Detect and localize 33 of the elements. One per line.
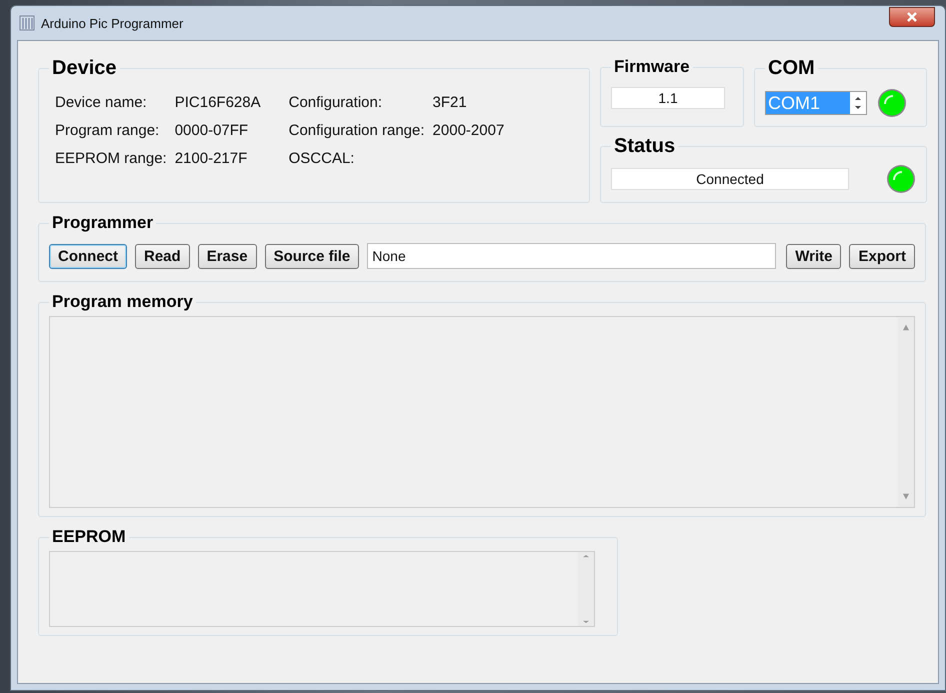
field-label: Configuration:: [288, 94, 384, 111]
field-value: 2000-2007: [432, 122, 504, 139]
field-value: 0000-07FF: [174, 122, 250, 139]
group-title: COM: [767, 57, 816, 80]
toolbar-button[interactable]: Erase: [198, 244, 257, 268]
app-icon: [19, 15, 35, 31]
field-value: 2100-217F: [174, 150, 248, 167]
window-title: Arduino Pic Programmer: [41, 16, 184, 30]
firmware-field: 1.1: [611, 87, 725, 109]
group-title: Status: [613, 135, 676, 158]
toolbar-button[interactable]: Write: [786, 244, 842, 268]
memory-text-area[interactable]: [49, 316, 915, 508]
close-icon: [907, 12, 917, 22]
field-label: Program range:: [55, 122, 160, 139]
group-title: Firmware: [613, 57, 691, 77]
group-title: Programmer: [51, 213, 154, 233]
group-title: Program memory: [51, 292, 194, 312]
toolbar-button[interactable]: Connect: [49, 244, 127, 268]
group-title: EEPROM: [51, 527, 127, 547]
field-label: Device name:: [55, 94, 148, 111]
status-field: Connected: [611, 168, 849, 190]
group-title: Device: [51, 57, 118, 80]
toolbar-button[interactable]: Read: [135, 244, 190, 268]
field-value: 3F21: [432, 94, 468, 111]
toolbar-button[interactable]: Source file: [264, 244, 360, 268]
file-field[interactable]: None: [367, 243, 776, 269]
field-label: Configuration range:: [288, 122, 425, 139]
toolbar-button[interactable]: Export: [849, 244, 915, 268]
field-label: EEPROM range:: [55, 150, 167, 167]
field-label: OSCCAL:: [288, 150, 356, 167]
field-value: PIC16F628A: [174, 94, 261, 111]
eeprom-text-area[interactable]: [49, 551, 595, 627]
close-button[interactable]: [889, 7, 935, 27]
